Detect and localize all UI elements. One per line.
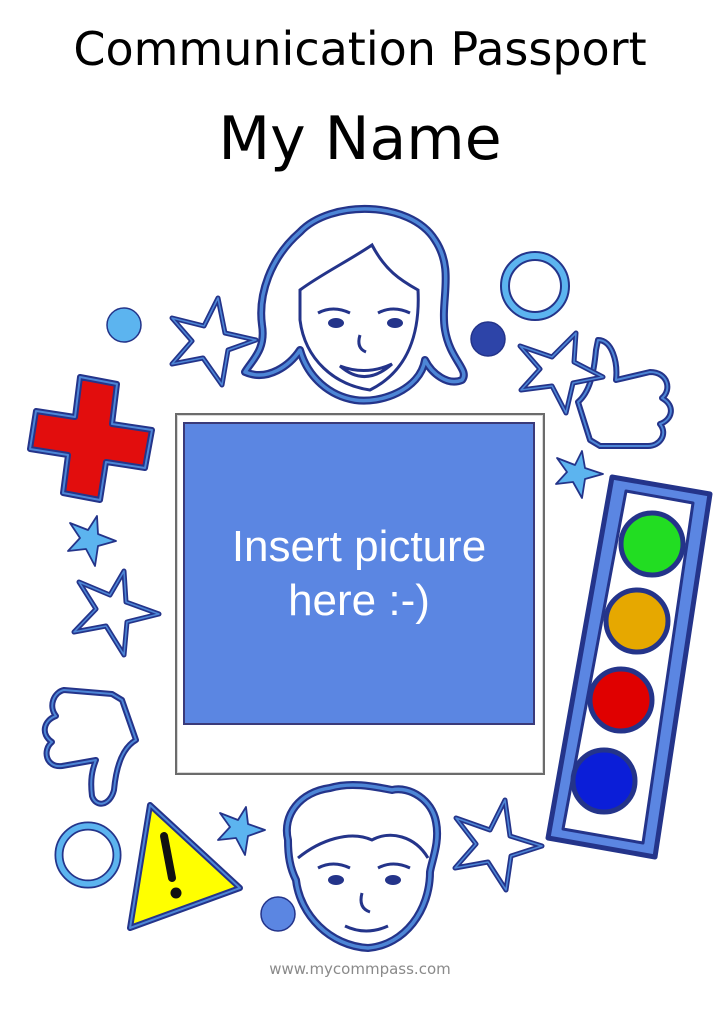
thumbs-down-icon bbox=[41, 687, 139, 807]
photo-placeholder[interactable]: Insert picture here :-) bbox=[183, 422, 535, 725]
footer-url: www.mycommpass.com bbox=[269, 960, 451, 978]
star-icon bbox=[555, 450, 604, 499]
thumbs-up-icon bbox=[575, 337, 674, 449]
star-icon bbox=[71, 568, 162, 658]
star-icon bbox=[67, 515, 117, 567]
boy-face-icon bbox=[282, 780, 442, 952]
star-icon bbox=[217, 806, 266, 856]
warning-icon bbox=[127, 802, 243, 931]
medical-cross-icon bbox=[27, 374, 155, 503]
girl-face-icon bbox=[241, 205, 468, 405]
circle-icon bbox=[260, 896, 296, 932]
circle-icon bbox=[500, 251, 570, 321]
star-icon bbox=[452, 797, 545, 893]
traffic-light-icon bbox=[545, 474, 713, 860]
circle-icon bbox=[54, 821, 122, 889]
photo-placeholder-text: Insert picture here :-) bbox=[231, 521, 487, 625]
circle-icon bbox=[470, 321, 506, 357]
circle-icon bbox=[106, 307, 142, 343]
